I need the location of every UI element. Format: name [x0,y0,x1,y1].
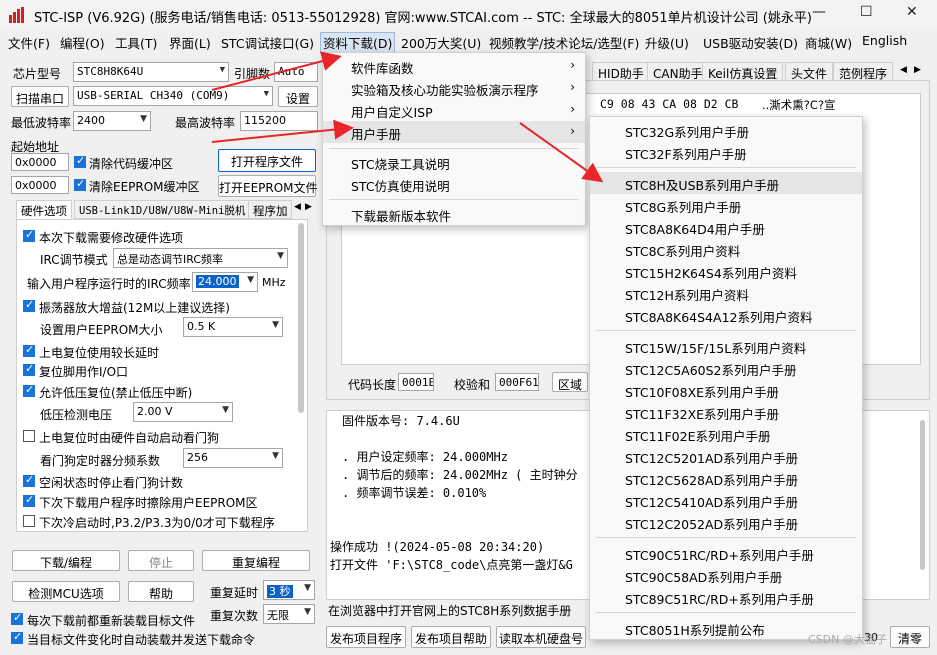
arrow-to-user-manual [211,119,354,143]
arrow-to-stc8h-manual [519,122,604,183]
annotation-arrows [211,51,604,183]
arrow-to-download-menu [211,51,342,91]
